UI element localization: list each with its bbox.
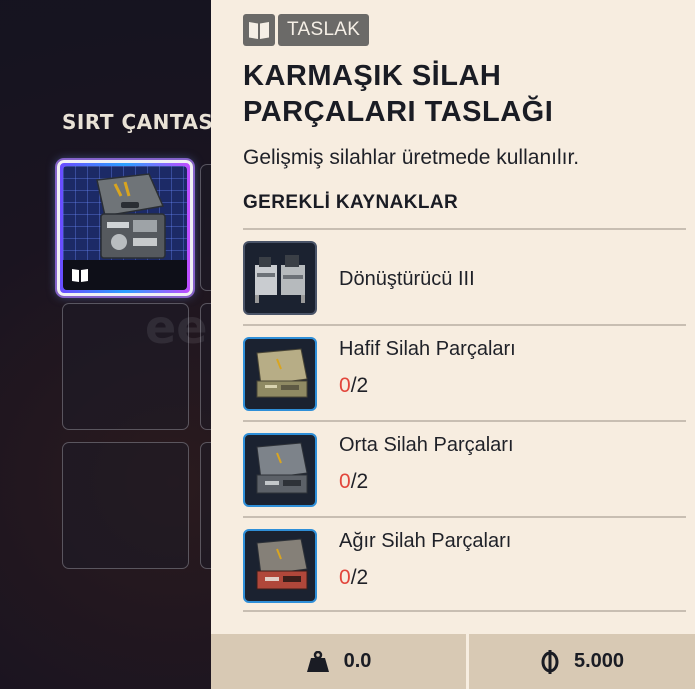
price-value: 5.000 xyxy=(573,650,625,672)
item-price: 5.000 xyxy=(469,634,695,689)
requirement-quantity: 0/2 xyxy=(339,566,368,590)
item-stats-footer: 0.0 5.000 xyxy=(211,634,695,689)
quantity-need: /2 xyxy=(350,374,369,397)
item-description: Gelişmiş silahlar üretmede kullanılır. xyxy=(243,146,580,169)
requirement-name: Ağır Silah Parçaları xyxy=(339,530,512,552)
slot-footer xyxy=(63,260,187,290)
light-weapon-parts-case-icon xyxy=(243,337,317,411)
item-weight: 0.0 xyxy=(211,634,466,689)
heavy-weapon-parts-case-icon xyxy=(243,529,317,603)
medium-weapon-parts-case-icon xyxy=(243,433,317,507)
item-type-label: TASLAK xyxy=(278,14,370,46)
weight-icon xyxy=(306,650,329,672)
requirement-name: Dönüştürücü III xyxy=(339,268,475,290)
item-title: KARMAŞIK SİLAH PARÇALARI TASLAĞI xyxy=(243,60,554,128)
blueprint-item-thumbnail xyxy=(63,166,187,290)
weight-value: 0.0 xyxy=(343,650,372,672)
requirement-row: Dönüştürücü III xyxy=(243,228,686,324)
quantity-have: 0 xyxy=(339,566,351,589)
quantity-have: 0 xyxy=(339,374,351,397)
quantity-have: 0 xyxy=(339,470,351,493)
backpack-title: SIRT ÇANTASI xyxy=(62,110,222,134)
workbench-icon xyxy=(243,241,317,315)
requirement-row: Ağır Silah Parçaları 0/2 xyxy=(243,516,686,612)
item-tooltip-panel: TASLAK KARMAŞIK SİLAH PARÇALARI TASLAĞI … xyxy=(211,0,695,689)
requirement-quantity: 0/2 xyxy=(339,470,368,494)
requirement-quantity: 0/2 xyxy=(339,374,368,398)
item-type-tag: TASLAK xyxy=(243,14,370,46)
quantity-need: /2 xyxy=(350,566,369,589)
inventory-slot-selected[interactable] xyxy=(57,160,193,296)
currency-icon xyxy=(541,649,559,674)
blueprint-book-icon xyxy=(72,269,88,282)
requirement-row: Hafif Silah Parçaları 0/2 xyxy=(243,324,686,420)
quantity-need: /2 xyxy=(350,470,369,493)
blueprint-book-icon xyxy=(243,14,275,46)
requirements-header: GEREKLİ KAYNAKLAR xyxy=(243,192,459,213)
requirement-name: Orta Silah Parçaları xyxy=(339,434,514,456)
requirement-row: Orta Silah Parçaları 0/2 xyxy=(243,420,686,516)
requirement-name: Hafif Silah Parçaları xyxy=(339,338,516,360)
inventory-slot-empty[interactable] xyxy=(62,442,189,569)
watermark-logo: ee xyxy=(145,300,208,354)
requirements-list: Dönüştürücü III Hafif Silah Parçaları 0/… xyxy=(243,228,686,612)
